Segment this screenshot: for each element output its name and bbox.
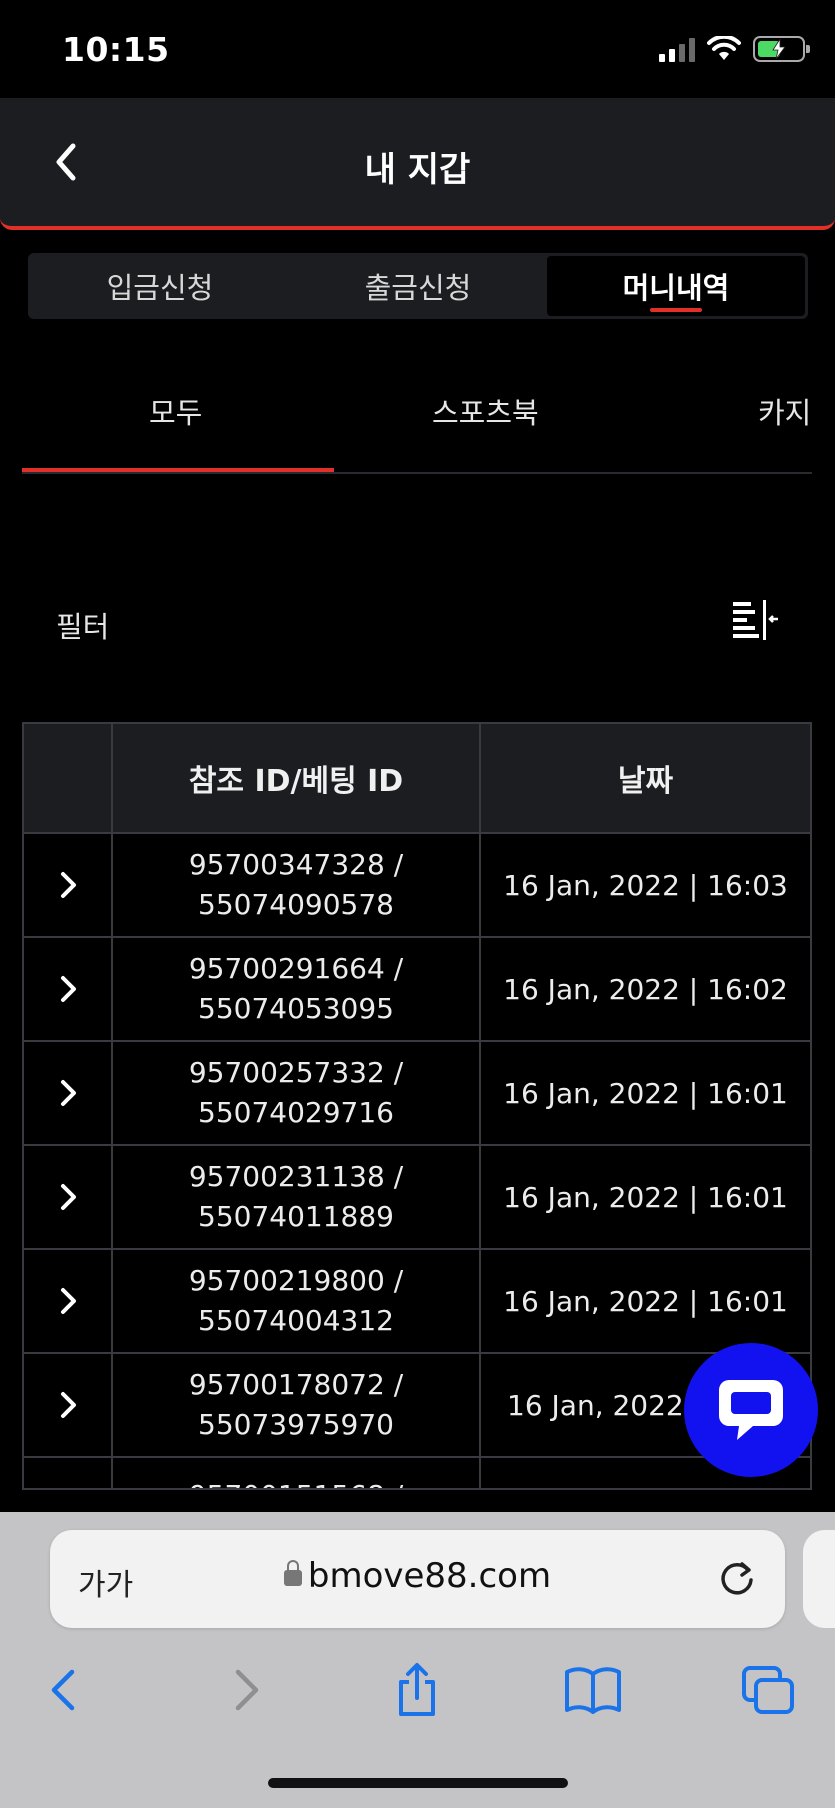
expand-row-button[interactable] — [24, 1250, 113, 1352]
date-cell: 16 Jan, 2022 | 16:01 — [503, 1284, 788, 1318]
tab-sportsbook[interactable]: 스포츠북 — [432, 390, 539, 432]
page-title: 내 지갑 — [364, 150, 471, 190]
reference-id: 95700257332 / — [188, 1056, 404, 1089]
reference-id: 95700151568 / — [189, 1476, 403, 1488]
chevron-right-icon — [60, 976, 76, 1002]
date-cell: 16 Jan, 2022 | 16:01 — [503, 1076, 788, 1110]
bet-id: 55073975970 — [198, 1408, 394, 1441]
reference-id: 95700347328 / — [188, 848, 404, 881]
wifi-icon — [707, 36, 741, 60]
table-row[interactable]: 95700291664 / 55074053095 16 Jan, 2022 | … — [24, 938, 810, 1042]
url-display[interactable]: bmove88.com — [50, 1556, 785, 1596]
url-text: bmove88.com — [307, 1556, 552, 1596]
expand-row-button[interactable] — [24, 1042, 113, 1144]
lock-icon — [283, 1560, 302, 1586]
share-icon[interactable] — [387, 1660, 447, 1720]
expand-row-button[interactable] — [24, 1458, 113, 1488]
reload-icon[interactable] — [715, 1556, 759, 1600]
filter-align-icon — [733, 600, 778, 640]
status-icons — [659, 36, 810, 62]
header-ref-id: 참조 ID/베팅 ID — [113, 724, 481, 832]
reference-id: 95700291664 / — [188, 952, 404, 985]
expand-row-button[interactable] — [24, 938, 113, 1040]
header-date: 날짜 — [617, 764, 674, 799]
status-bar: 10:15 — [0, 0, 835, 98]
chat-bubble-icon — [719, 1380, 783, 1440]
reference-id: 95700178072 / — [188, 1368, 404, 1401]
bet-id: 55074011889 — [198, 1200, 394, 1233]
tab-casino[interactable]: 카지 — [758, 390, 811, 432]
table-header-row: 참조 ID/베팅 ID 날짜 — [24, 724, 810, 834]
tab-deposit-request[interactable]: 입금신청 — [31, 256, 289, 316]
date-cell: 16 Jan, 2022 | 16:01 — [503, 1180, 788, 1214]
tab-withdraw-request[interactable]: 출금신청 — [289, 256, 547, 316]
ref-id-cell: 95700291664 / 55074053095 — [113, 938, 481, 1040]
ref-id-cell: 95700178072 / 55073975970 — [113, 1354, 481, 1456]
date-cell: 16 Jan, 2022 | 16:02 — [503, 972, 788, 1006]
bet-id: 55074004312 — [198, 1304, 394, 1337]
tabs-icon[interactable] — [738, 1660, 798, 1720]
app-header: 내 지갑 — [0, 98, 835, 230]
ref-id-cell: 95700151568 / — [113, 1458, 481, 1488]
reference-id: 95700231138 / — [188, 1160, 404, 1193]
bet-id: 55074053095 — [198, 992, 394, 1025]
ref-id-cell: 95700219800 / 55074004312 — [113, 1250, 481, 1352]
ref-id-cell: 95700231138 / 55074011889 — [113, 1146, 481, 1248]
ref-id-cell: 95700257332 / 55074029716 — [113, 1042, 481, 1144]
chevron-right-icon — [60, 1184, 76, 1210]
active-tab-indicator — [22, 468, 334, 472]
bet-id: 55074029716 — [198, 1096, 394, 1129]
chevron-right-icon — [60, 872, 76, 898]
date-cell: 16 Jan, 2022 | 16:03 — [503, 868, 788, 902]
filter-button[interactable] — [730, 598, 780, 640]
table-row[interactable]: 95700257332 / 55074029716 16 Jan, 2022 | … — [24, 1042, 810, 1146]
browser-toolbar — [0, 1652, 835, 1732]
table-row[interactable]: 95700347328 / 55074090578 16 Jan, 2022 | … — [24, 834, 810, 938]
status-time: 10:15 — [62, 30, 170, 69]
browser-back-icon[interactable] — [36, 1660, 96, 1720]
wallet-tabs: 입금신청 출금신청 머니내역 — [28, 253, 808, 319]
reference-id: 95700219800 / — [188, 1264, 404, 1297]
address-bar[interactable]: 가가 bmove88.com — [50, 1530, 785, 1628]
bet-id: 55074090578 — [198, 888, 394, 921]
browser-bottom-bar: 가가 bmove88.com — [0, 1512, 835, 1808]
chevron-right-icon — [60, 1080, 76, 1106]
expand-row-button[interactable] — [24, 1146, 113, 1248]
tab-money-history[interactable]: 머니내역 — [547, 256, 805, 316]
cellular-signal-icon — [659, 36, 695, 62]
tab-all[interactable]: 모두 — [149, 390, 202, 432]
live-chat-button[interactable] — [684, 1343, 818, 1477]
chevron-right-icon — [60, 1288, 76, 1314]
home-indicator — [268, 1778, 568, 1788]
filter-label: 필터 — [56, 610, 110, 644]
bookmarks-icon[interactable] — [563, 1660, 623, 1720]
browser-forward-icon[interactable] — [214, 1660, 274, 1720]
chevron-right-icon — [60, 1392, 76, 1418]
table-row[interactable]: 95700231138 / 55074011889 16 Jan, 2022 | … — [24, 1146, 810, 1250]
expand-row-button[interactable] — [24, 1354, 113, 1456]
ref-id-cell: 95700347328 / 55074090578 — [113, 834, 481, 936]
battery-charging-icon — [753, 36, 810, 62]
category-tabs: 모두 스포츠북 카지 — [22, 360, 812, 474]
header-expand — [24, 724, 113, 832]
table-row[interactable]: 95700151568 / — [24, 1458, 810, 1488]
next-tab-peek[interactable] — [803, 1530, 835, 1628]
expand-row-button[interactable] — [24, 834, 113, 936]
table-row[interactable]: 95700219800 / 55074004312 16 Jan, 2022 | … — [24, 1250, 810, 1354]
